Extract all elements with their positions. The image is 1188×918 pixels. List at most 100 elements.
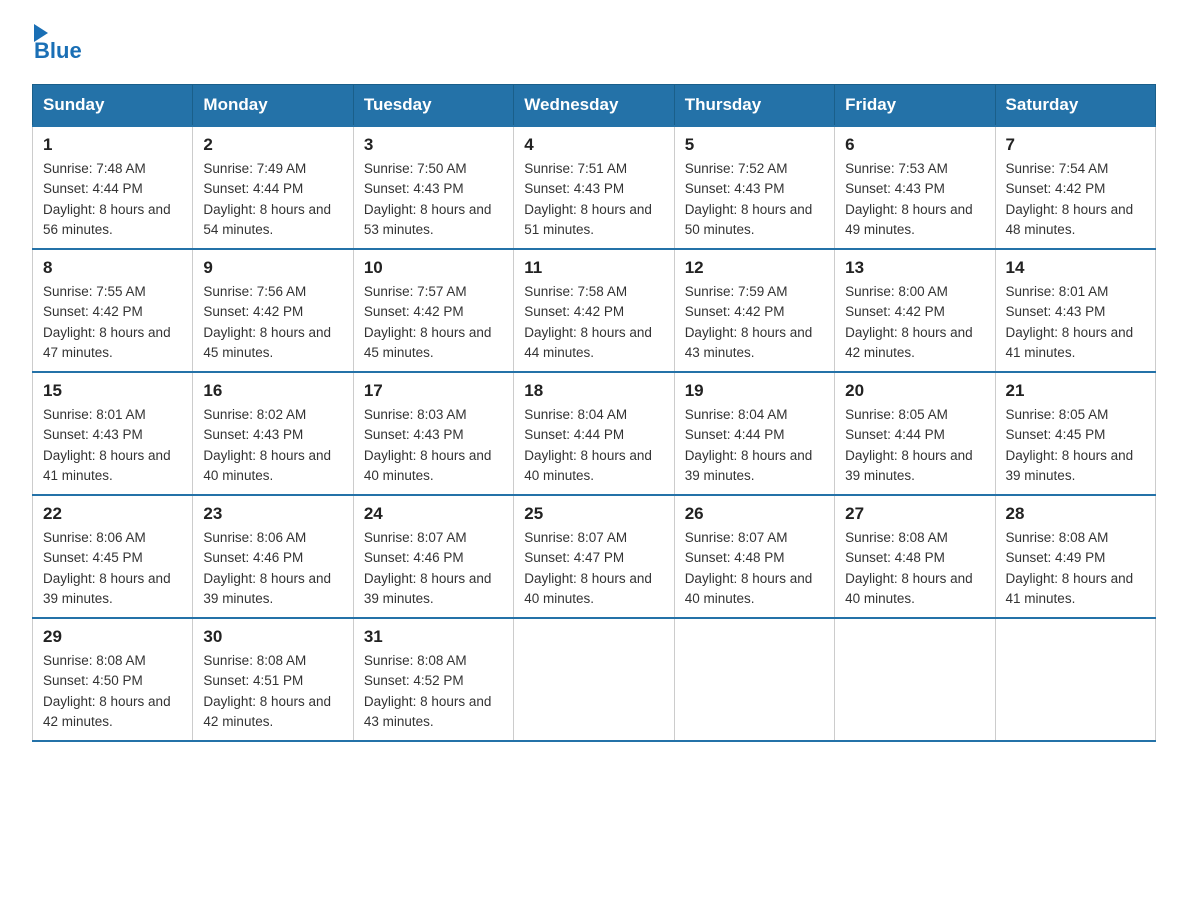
calendar-cell: 2 Sunrise: 7:49 AMSunset: 4:44 PMDaylight… <box>193 126 353 249</box>
day-number: 17 <box>364 381 503 401</box>
day-number: 16 <box>203 381 342 401</box>
day-info: Sunrise: 7:55 AMSunset: 4:42 PMDaylight:… <box>43 282 182 363</box>
calendar-cell: 6 Sunrise: 7:53 AMSunset: 4:43 PMDaylight… <box>835 126 995 249</box>
day-info: Sunrise: 8:08 AMSunset: 4:48 PMDaylight:… <box>845 528 984 609</box>
page-header: Blue <box>32 24 1156 64</box>
day-info: Sunrise: 7:49 AMSunset: 4:44 PMDaylight:… <box>203 159 342 240</box>
weekday-header-saturday: Saturday <box>995 85 1155 127</box>
calendar-week-row: 1 Sunrise: 7:48 AMSunset: 4:44 PMDaylight… <box>33 126 1156 249</box>
calendar-cell: 26 Sunrise: 8:07 AMSunset: 4:48 PMDayligh… <box>674 495 834 618</box>
calendar-cell: 11 Sunrise: 7:58 AMSunset: 4:42 PMDayligh… <box>514 249 674 372</box>
day-number: 30 <box>203 627 342 647</box>
calendar-cell: 12 Sunrise: 7:59 AMSunset: 4:42 PMDayligh… <box>674 249 834 372</box>
calendar-cell: 19 Sunrise: 8:04 AMSunset: 4:44 PMDayligh… <box>674 372 834 495</box>
day-number: 13 <box>845 258 984 278</box>
calendar-cell: 4 Sunrise: 7:51 AMSunset: 4:43 PMDaylight… <box>514 126 674 249</box>
calendar-cell <box>674 618 834 741</box>
day-number: 15 <box>43 381 182 401</box>
day-info: Sunrise: 7:58 AMSunset: 4:42 PMDaylight:… <box>524 282 663 363</box>
weekday-header-thursday: Thursday <box>674 85 834 127</box>
calendar-cell: 16 Sunrise: 8:02 AMSunset: 4:43 PMDayligh… <box>193 372 353 495</box>
calendar-cell: 21 Sunrise: 8:05 AMSunset: 4:45 PMDayligh… <box>995 372 1155 495</box>
day-info: Sunrise: 7:52 AMSunset: 4:43 PMDaylight:… <box>685 159 824 240</box>
day-number: 20 <box>845 381 984 401</box>
weekday-header-wednesday: Wednesday <box>514 85 674 127</box>
calendar-cell: 18 Sunrise: 8:04 AMSunset: 4:44 PMDayligh… <box>514 372 674 495</box>
calendar-week-row: 8 Sunrise: 7:55 AMSunset: 4:42 PMDaylight… <box>33 249 1156 372</box>
calendar-cell: 30 Sunrise: 8:08 AMSunset: 4:51 PMDayligh… <box>193 618 353 741</box>
day-number: 2 <box>203 135 342 155</box>
day-number: 6 <box>845 135 984 155</box>
weekday-header-friday: Friday <box>835 85 995 127</box>
weekday-header-row: SundayMondayTuesdayWednesdayThursdayFrid… <box>33 85 1156 127</box>
day-info: Sunrise: 7:50 AMSunset: 4:43 PMDaylight:… <box>364 159 503 240</box>
day-info: Sunrise: 8:04 AMSunset: 4:44 PMDaylight:… <box>685 405 824 486</box>
calendar-cell: 29 Sunrise: 8:08 AMSunset: 4:50 PMDayligh… <box>33 618 193 741</box>
calendar-cell: 10Sunrise: 7:57 AMSunset: 4:42 PMDayligh… <box>353 249 513 372</box>
day-info: Sunrise: 7:48 AMSunset: 4:44 PMDaylight:… <box>43 159 182 240</box>
day-info: Sunrise: 8:08 AMSunset: 4:49 PMDaylight:… <box>1006 528 1145 609</box>
weekday-header-sunday: Sunday <box>33 85 193 127</box>
calendar-cell: 23Sunrise: 8:06 AMSunset: 4:46 PMDayligh… <box>193 495 353 618</box>
calendar-cell: 15 Sunrise: 8:01 AMSunset: 4:43 PMDayligh… <box>33 372 193 495</box>
day-number: 4 <box>524 135 663 155</box>
calendar-cell <box>514 618 674 741</box>
day-info: Sunrise: 8:04 AMSunset: 4:44 PMDaylight:… <box>524 405 663 486</box>
calendar-cell: 13 Sunrise: 8:00 AMSunset: 4:42 PMDayligh… <box>835 249 995 372</box>
weekday-header-monday: Monday <box>193 85 353 127</box>
day-number: 7 <box>1006 135 1145 155</box>
day-info: Sunrise: 8:07 AMSunset: 4:46 PMDaylight:… <box>364 528 503 609</box>
day-number: 26 <box>685 504 824 524</box>
calendar-week-row: 22Sunrise: 8:06 AMSunset: 4:45 PMDayligh… <box>33 495 1156 618</box>
day-number: 1 <box>43 135 182 155</box>
calendar-cell: 24 Sunrise: 8:07 AMSunset: 4:46 PMDayligh… <box>353 495 513 618</box>
day-number: 9 <box>203 258 342 278</box>
calendar-cell: 27 Sunrise: 8:08 AMSunset: 4:48 PMDayligh… <box>835 495 995 618</box>
day-info: Sunrise: 7:51 AMSunset: 4:43 PMDaylight:… <box>524 159 663 240</box>
calendar-cell: 3 Sunrise: 7:50 AMSunset: 4:43 PMDaylight… <box>353 126 513 249</box>
day-number: 21 <box>1006 381 1145 401</box>
day-info: Sunrise: 8:06 AMSunset: 4:45 PMDaylight:… <box>43 528 182 609</box>
day-number: 12 <box>685 258 824 278</box>
day-info: Sunrise: 8:07 AMSunset: 4:47 PMDaylight:… <box>524 528 663 609</box>
day-info: Sunrise: 8:07 AMSunset: 4:48 PMDaylight:… <box>685 528 824 609</box>
day-info: Sunrise: 7:53 AMSunset: 4:43 PMDaylight:… <box>845 159 984 240</box>
day-number: 8 <box>43 258 182 278</box>
day-number: 3 <box>364 135 503 155</box>
day-number: 18 <box>524 381 663 401</box>
day-number: 23 <box>203 504 342 524</box>
day-info: Sunrise: 8:08 AMSunset: 4:50 PMDaylight:… <box>43 651 182 732</box>
day-info: Sunrise: 7:59 AMSunset: 4:42 PMDaylight:… <box>685 282 824 363</box>
calendar-week-row: 29 Sunrise: 8:08 AMSunset: 4:50 PMDayligh… <box>33 618 1156 741</box>
calendar-cell: 31Sunrise: 8:08 AMSunset: 4:52 PMDayligh… <box>353 618 513 741</box>
weekday-header-tuesday: Tuesday <box>353 85 513 127</box>
day-info: Sunrise: 8:05 AMSunset: 4:45 PMDaylight:… <box>1006 405 1145 486</box>
calendar-cell: 20 Sunrise: 8:05 AMSunset: 4:44 PMDayligh… <box>835 372 995 495</box>
calendar-cell: 22Sunrise: 8:06 AMSunset: 4:45 PMDayligh… <box>33 495 193 618</box>
calendar-cell <box>995 618 1155 741</box>
day-info: Sunrise: 8:08 AMSunset: 4:52 PMDaylight:… <box>364 651 503 732</box>
day-info: Sunrise: 7:54 AMSunset: 4:42 PMDaylight:… <box>1006 159 1145 240</box>
day-number: 29 <box>43 627 182 647</box>
day-number: 24 <box>364 504 503 524</box>
day-number: 27 <box>845 504 984 524</box>
calendar-cell: 28 Sunrise: 8:08 AMSunset: 4:49 PMDayligh… <box>995 495 1155 618</box>
calendar-table: SundayMondayTuesdayWednesdayThursdayFrid… <box>32 84 1156 742</box>
day-number: 5 <box>685 135 824 155</box>
calendar-cell <box>835 618 995 741</box>
day-info: Sunrise: 8:01 AMSunset: 4:43 PMDaylight:… <box>1006 282 1145 363</box>
logo: Blue <box>32 24 82 64</box>
calendar-cell: 25Sunrise: 8:07 AMSunset: 4:47 PMDayligh… <box>514 495 674 618</box>
calendar-week-row: 15 Sunrise: 8:01 AMSunset: 4:43 PMDayligh… <box>33 372 1156 495</box>
logo-subtitle: Blue <box>34 38 82 64</box>
day-info: Sunrise: 8:08 AMSunset: 4:51 PMDaylight:… <box>203 651 342 732</box>
day-number: 28 <box>1006 504 1145 524</box>
day-info: Sunrise: 8:01 AMSunset: 4:43 PMDaylight:… <box>43 405 182 486</box>
day-info: Sunrise: 8:05 AMSunset: 4:44 PMDaylight:… <box>845 405 984 486</box>
day-info: Sunrise: 8:02 AMSunset: 4:43 PMDaylight:… <box>203 405 342 486</box>
calendar-cell: 5 Sunrise: 7:52 AMSunset: 4:43 PMDaylight… <box>674 126 834 249</box>
day-number: 19 <box>685 381 824 401</box>
day-info: Sunrise: 8:00 AMSunset: 4:42 PMDaylight:… <box>845 282 984 363</box>
day-number: 11 <box>524 258 663 278</box>
day-info: Sunrise: 7:57 AMSunset: 4:42 PMDaylight:… <box>364 282 503 363</box>
